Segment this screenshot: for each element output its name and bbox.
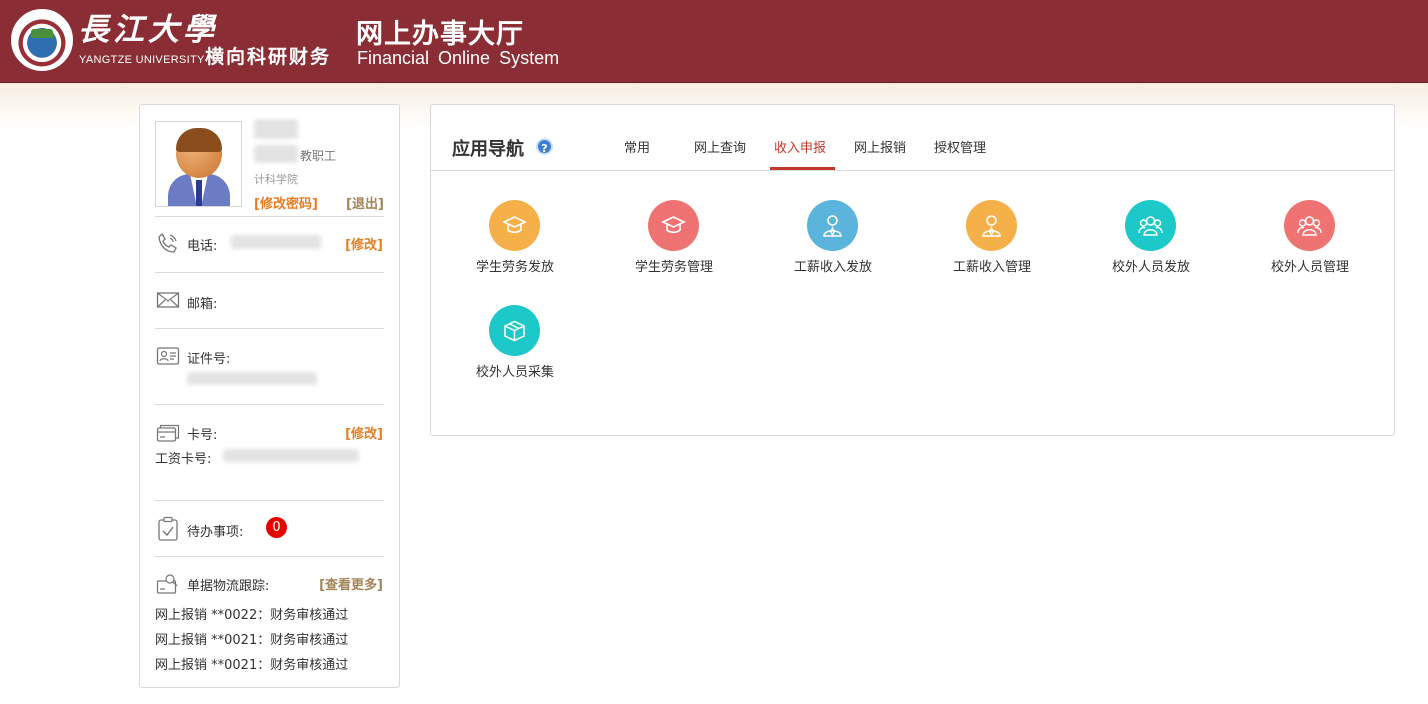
tab-common[interactable]: 常用: [624, 137, 650, 156]
tab-online-reimbursement[interactable]: 网上报销: [854, 137, 906, 156]
app-salary-income-management[interactable]: 工薪收入管理: [922, 200, 1062, 280]
salary-card-label: 工资卡号:: [155, 452, 212, 467]
university-seal-logo: [11, 9, 73, 71]
card-label: 卡号:: [187, 428, 218, 443]
user-dept: 计科学院: [254, 173, 298, 186]
salary-card-value-redacted: [223, 449, 359, 462]
tab-income-declaration[interactable]: 收入申报: [774, 137, 826, 156]
todo-count-badge[interactable]: 0: [266, 517, 287, 538]
active-tab-indicator: [770, 167, 835, 170]
system-subtitle: Financial Online System: [357, 48, 560, 68]
profile-card: 教职工 计科学院 [修改密码] [退出] 电话: [修改] 邮箱: 证件号: 卡…: [139, 104, 400, 688]
mail-icon: [156, 292, 180, 308]
system-title: 网上办事大厅: [356, 19, 524, 50]
person-tie-icon: [807, 200, 858, 251]
change-password-link[interactable]: [修改密码]: [254, 193, 318, 212]
email-label: 邮箱:: [187, 297, 218, 312]
tracking-item[interactable]: 网上报销 **0021：财务审核通过: [155, 629, 348, 648]
user-role: 教职工: [300, 149, 337, 163]
app-label: 工薪收入发放: [793, 260, 872, 275]
phone-value-redacted: [231, 235, 321, 249]
box-icon: [489, 305, 540, 356]
app-label: 校外人员发放: [1111, 260, 1190, 275]
tracking-icon: [156, 574, 178, 594]
divider: [155, 328, 384, 329]
app-student-labor-payment[interactable]: 学生劳务发放: [445, 200, 585, 280]
help-icon[interactable]: ?: [536, 138, 553, 155]
divider: [155, 556, 384, 557]
id-card-icon: [156, 347, 180, 365]
app-label: 校外人员采集: [475, 365, 554, 380]
tracking-item[interactable]: 网上报销 **0021：财务审核通过: [155, 654, 348, 673]
divider: [155, 404, 384, 405]
app-label: 学生劳务发放: [475, 260, 554, 275]
university-name-cn: 長江大學: [78, 12, 218, 48]
tab-online-query[interactable]: 网上查询: [694, 137, 746, 156]
nav-header: 应用导航 ? 常用 网上查询 收入申报 网上报销 授权管理: [431, 105, 1394, 171]
user-id-redacted: [254, 145, 298, 163]
app-student-labor-management[interactable]: 学生劳务管理: [604, 200, 744, 280]
divider: [155, 500, 384, 501]
divider: [155, 272, 384, 273]
tab-authorization[interactable]: 授权管理: [934, 137, 986, 156]
app-label: 校外人员管理: [1270, 260, 1349, 275]
app-label: 工薪收入管理: [952, 260, 1031, 275]
tracking-item[interactable]: 网上报销 **0022：财务审核通过: [155, 604, 348, 623]
todo-label: 待办事项:: [187, 525, 244, 540]
app-external-staff-collection[interactable]: 校外人员采集: [445, 305, 585, 385]
user-name-redacted: [254, 119, 298, 139]
app-label: 学生劳务管理: [634, 260, 713, 275]
person-tie-icon: [966, 200, 1017, 251]
avatar: [155, 121, 242, 207]
phone-icon: [158, 232, 177, 253]
top-header: 長江大學 YANGTZE UNIVERSITY 横向科研财务 网上办事大厅 Fi…: [0, 0, 1428, 83]
clipboard-check-icon: [158, 516, 178, 541]
system-category: 横向科研财务: [205, 46, 332, 68]
phone-edit-link[interactable]: [修改]: [345, 234, 383, 253]
bank-card-icon: [156, 424, 180, 442]
graduation-cap-icon: [648, 200, 699, 251]
tracking-label: 单据物流跟踪:: [187, 579, 270, 594]
app-navigation-panel: 应用导航 ? 常用 网上查询 收入申报 网上报销 授权管理 学生劳务发放 学生劳…: [430, 104, 1395, 436]
tracking-more-link[interactable]: [查看更多]: [319, 574, 383, 593]
app-external-staff-payment[interactable]: 校外人员发放: [1081, 200, 1221, 280]
divider: [155, 216, 384, 217]
card-edit-link[interactable]: [修改]: [345, 423, 383, 442]
group-icon: [1125, 200, 1176, 251]
nav-title: 应用导航: [452, 139, 524, 160]
graduation-cap-icon: [489, 200, 540, 251]
id-value-redacted: [187, 372, 317, 385]
logout-link[interactable]: [退出]: [346, 193, 384, 212]
app-external-staff-management[interactable]: 校外人员管理: [1240, 200, 1380, 280]
phone-label: 电话:: [187, 239, 218, 254]
university-name-en: YANGTZE UNIVERSITY: [79, 54, 205, 66]
app-salary-income-payment[interactable]: 工薪收入发放: [763, 200, 903, 280]
id-label: 证件号:: [187, 352, 231, 367]
group-icon: [1284, 200, 1335, 251]
